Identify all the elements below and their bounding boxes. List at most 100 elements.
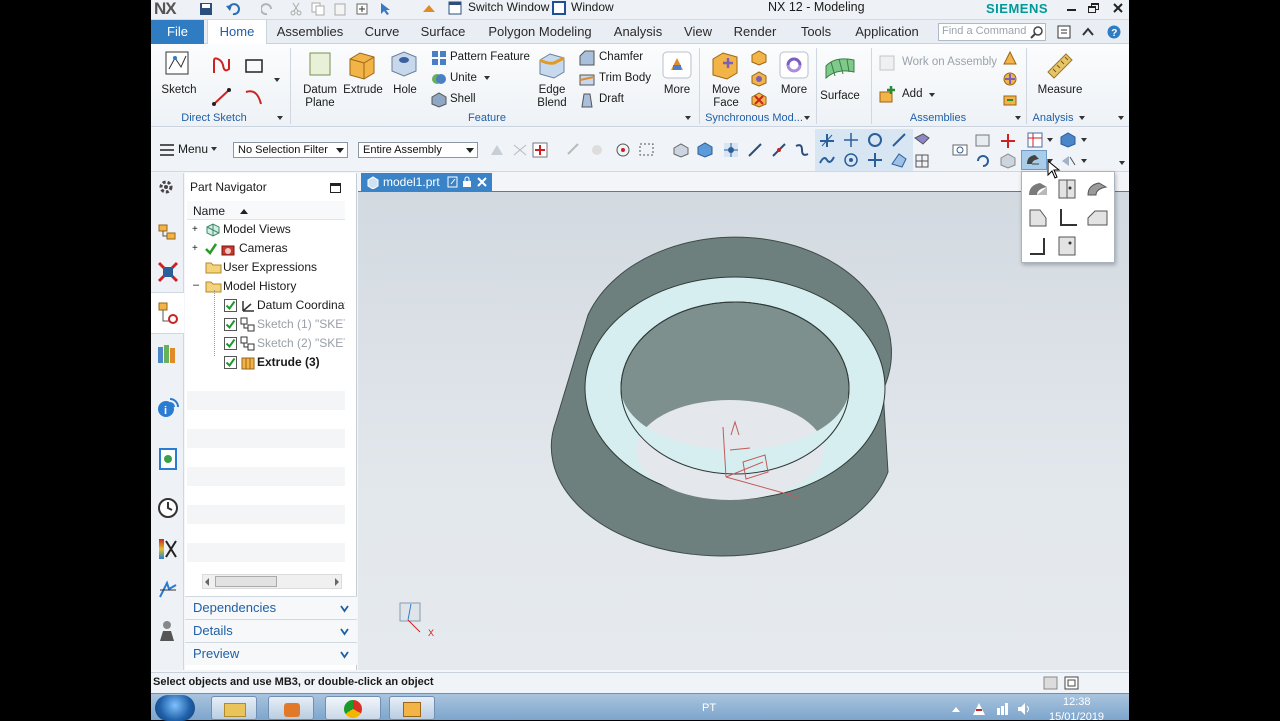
- taskbar-chrome[interactable]: [325, 696, 381, 720]
- arc-icon[interactable]: [243, 86, 265, 108]
- web-browser-icon[interactable]: [157, 447, 179, 471]
- tab-view[interactable]: View: [679, 20, 717, 44]
- model-canvas[interactable]: X: [358, 192, 1129, 670]
- checkbox-checked-icon[interactable]: [224, 337, 237, 350]
- undo-icon[interactable]: [225, 2, 241, 16]
- show-hidden-icons-icon[interactable]: [951, 706, 961, 713]
- roles-icon[interactable]: [157, 619, 179, 643]
- clip-section-icon[interactable]: [1026, 177, 1050, 201]
- close-icon[interactable]: [1112, 2, 1124, 14]
- surface-button[interactable]: Surface: [815, 90, 865, 103]
- sketch-button[interactable]: Sketch: [157, 84, 201, 97]
- chevron-down-icon[interactable]: [340, 604, 349, 613]
- hd3d-tools-icon[interactable]: i: [156, 395, 180, 419]
- more-feature-icon[interactable]: [661, 50, 693, 80]
- menu-button[interactable]: Menu: [178, 142, 208, 156]
- tab-render[interactable]: Render: [733, 20, 777, 44]
- pattern-feature-icon[interactable]: [431, 50, 447, 66]
- unite-dropdown-arrow[interactable]: [484, 76, 490, 80]
- draft-button[interactable]: Draft: [599, 93, 624, 106]
- switch-window-button[interactable]: Switch Window: [468, 0, 549, 15]
- save-icon[interactable]: [199, 2, 213, 16]
- assembly-constraints-icon[interactable]: [1002, 50, 1018, 66]
- dependencies-panel[interactable]: Dependencies: [185, 596, 357, 619]
- draft-icon[interactable]: [579, 92, 595, 108]
- tangent-snap-icon[interactable]: [770, 141, 788, 159]
- trim-body-icon[interactable]: [579, 71, 595, 87]
- grid-snap-icon[interactable]: [913, 152, 931, 170]
- pattern-feature-button[interactable]: Pattern Feature: [450, 51, 530, 64]
- section-plane-y-icon[interactable]: [1085, 177, 1109, 201]
- tree-row[interactable]: Extrude (3): [185, 353, 345, 372]
- curve-rule-icon[interactable]: [793, 141, 811, 159]
- part-navigator-icon[interactable]: [157, 301, 179, 325]
- section-step-icon[interactable]: [1026, 234, 1050, 258]
- process-studio-icon[interactable]: [157, 537, 179, 561]
- volume-icon[interactable]: [1017, 702, 1031, 716]
- settings-gear-icon[interactable]: [158, 179, 174, 195]
- start-button[interactable]: [155, 695, 195, 721]
- target-icon[interactable]: [614, 141, 632, 159]
- horizontal-scrollbar[interactable]: [202, 574, 342, 589]
- offset-region-icon[interactable]: [751, 71, 767, 87]
- pan-icon[interactable]: [999, 132, 1017, 150]
- language-indicator[interactable]: PT: [702, 702, 716, 714]
- scroll-thumb[interactable]: [215, 576, 277, 587]
- cut-icon[interactable]: [289, 2, 303, 16]
- rotate-icon[interactable]: [974, 152, 992, 170]
- midpoint-snap-icon[interactable]: [842, 131, 860, 149]
- chevron-down-icon[interactable]: [340, 650, 349, 659]
- expand-icon[interactable]: +: [192, 239, 198, 258]
- tree-row[interactable]: + Cameras: [185, 239, 345, 258]
- profile-icon[interactable]: [211, 55, 233, 77]
- shaded-edges-icon[interactable]: [1059, 131, 1077, 149]
- view-section-icon[interactable]: [1024, 151, 1042, 169]
- scroll-right-arrow[interactable]: [335, 578, 339, 586]
- assembly-tools-icon[interactable]: [1002, 92, 1018, 108]
- search-icon[interactable]: [1030, 26, 1043, 39]
- constraint-navigator-icon[interactable]: [157, 261, 179, 283]
- section-corner-icon[interactable]: [1055, 206, 1079, 230]
- menu-dropdown-arrow[interactable]: [211, 147, 217, 151]
- graphics-window[interactable]: model1.prt X: [358, 173, 1129, 670]
- tab-analysis[interactable]: Analysis: [610, 20, 666, 44]
- render-style-icon[interactable]: [1026, 131, 1044, 149]
- shell-button[interactable]: Shell: [450, 93, 476, 106]
- point-snap-icon[interactable]: [913, 132, 931, 150]
- scope-select[interactable]: Entire Assembly: [358, 142, 478, 158]
- minimize-button[interactable]: [1065, 2, 1077, 14]
- tree-row[interactable]: User Expressions: [185, 258, 345, 277]
- ribbon-options-icon[interactable]: [1057, 25, 1071, 39]
- assemblies-group-arrow[interactable]: [1015, 116, 1021, 120]
- section-face-icon[interactable]: [1026, 206, 1050, 230]
- checkbox-checked-icon[interactable]: [224, 318, 237, 331]
- tab-application[interactable]: Application: [852, 20, 922, 44]
- add-dropdown-arrow[interactable]: [929, 93, 935, 97]
- tab-home[interactable]: Home: [207, 20, 267, 45]
- unite-icon[interactable]: [431, 71, 447, 87]
- chamfer-icon[interactable]: [579, 50, 595, 66]
- reuse-library-icon[interactable]: [156, 343, 180, 365]
- extrude-icon[interactable]: [346, 49, 378, 81]
- column-header[interactable]: Name: [187, 201, 345, 220]
- document-tab[interactable]: model1.prt: [361, 173, 492, 191]
- tab-assemblies[interactable]: Assemblies: [271, 20, 349, 44]
- circle-center-snap-icon[interactable]: [866, 131, 884, 149]
- view-fit-icon[interactable]: [951, 141, 969, 159]
- edge-blend-icon[interactable]: [537, 50, 567, 80]
- work-on-assembly-button[interactable]: Work on Assembly: [902, 56, 997, 69]
- tree-row[interactable]: – Model History: [185, 277, 345, 296]
- orient-view-icon[interactable]: [999, 152, 1017, 170]
- tab-surface[interactable]: Surface: [417, 20, 469, 44]
- intersection-snap-icon[interactable]: [866, 151, 884, 169]
- redo-icon[interactable]: [261, 2, 275, 16]
- line-icon[interactable]: [211, 86, 233, 108]
- quick-pick-icon[interactable]: [588, 141, 606, 159]
- datum-plane-button[interactable]: Datum Plane: [298, 84, 342, 110]
- more-sync-button[interactable]: More: [773, 84, 815, 97]
- section-box-icon[interactable]: [1055, 234, 1079, 258]
- analysis-group-arrow[interactable]: [1079, 116, 1085, 120]
- move-face-icon[interactable]: [709, 49, 741, 81]
- more-sync-icon[interactable]: [778, 50, 810, 80]
- copy-icon[interactable]: [311, 2, 325, 16]
